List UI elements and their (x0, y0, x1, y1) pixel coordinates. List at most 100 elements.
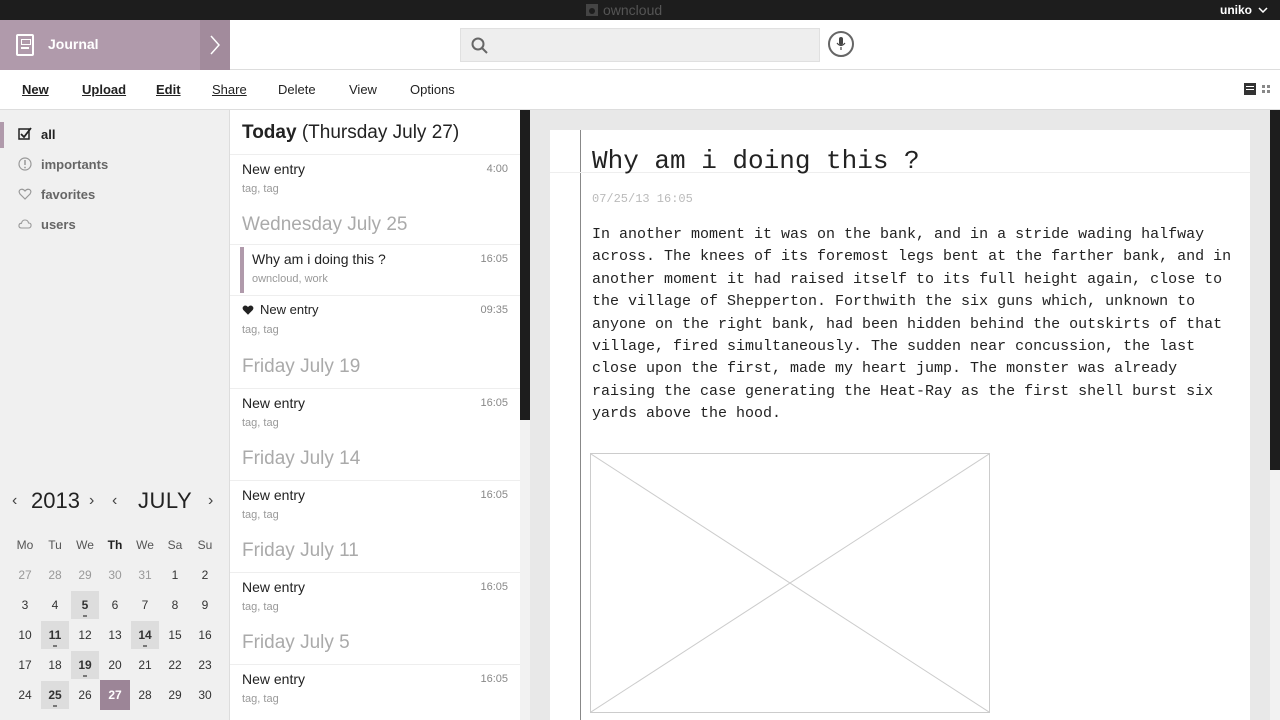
next-year-button[interactable]: › (89, 492, 94, 510)
calendar-day[interactable]: 13 (101, 621, 129, 649)
top-bar: owncloud uniko (0, 0, 1280, 20)
sidebar-toggle-button[interactable] (200, 20, 230, 70)
detail-scrollbar-thumb[interactable] (1270, 110, 1280, 470)
options-button[interactable]: Options (410, 82, 455, 97)
detail-scrollbar-track[interactable] (1270, 470, 1280, 720)
calendar-day[interactable]: 28 (131, 681, 159, 709)
calendar-day[interactable]: 31 (131, 561, 159, 589)
edit-button[interactable]: Edit (156, 82, 181, 97)
entry-time: 16:05 (480, 581, 508, 593)
calendar-day-today[interactable]: 27 (100, 680, 130, 710)
search-box[interactable] (460, 28, 820, 62)
list-item[interactable]: New entry tag, tag 16:05 (230, 572, 520, 622)
entry-title: New entry (242, 395, 306, 411)
calendar-day[interactable]: 14 (131, 621, 159, 649)
upload-button[interactable]: Upload (82, 82, 126, 97)
new-button[interactable]: New (22, 82, 49, 97)
calendar-day[interactable]: 12 (71, 621, 99, 649)
calendar-day[interactable]: 15 (161, 621, 189, 649)
calendar-day[interactable]: 21 (131, 651, 159, 679)
journal-app-icon (16, 34, 34, 56)
sidebar-item-all[interactable]: all (0, 120, 230, 150)
calendar-day[interactable]: 7 (131, 591, 159, 619)
calendar-day[interactable]: 3 (11, 591, 39, 619)
entry-time: 16:05 (480, 673, 508, 685)
list-item[interactable]: New entry tag, tag 09:35 (230, 295, 520, 345)
weekday-header: We (136, 538, 154, 552)
entry-timestamp: 07/25/13 16:05 (592, 192, 693, 206)
list-item[interactable]: New entry tag, tag 16:05 (230, 664, 520, 714)
entry-tags: tag, tag (242, 509, 279, 521)
calendar-day[interactable]: 30 (101, 561, 129, 589)
entry-title: New entry (242, 671, 306, 687)
list-scrollbar-track[interactable] (520, 420, 530, 720)
view-button[interactable]: View (349, 82, 377, 97)
date-heading: Wednesday July 25 (242, 214, 408, 235)
entry-title: New entry (260, 302, 319, 317)
checkbox-icon (18, 127, 32, 140)
search-input[interactable] (495, 35, 805, 57)
calendar-day[interactable]: 8 (161, 591, 189, 619)
next-month-button[interactable]: › (208, 492, 213, 510)
calendar-day[interactable]: 29 (71, 561, 99, 589)
list-view-icon[interactable] (1244, 83, 1256, 95)
list-item[interactable]: New entry tag, tag 16:05 (230, 480, 520, 530)
page-margin-line (580, 130, 581, 720)
calendar-day[interactable]: 5 (71, 591, 99, 619)
microphone-button[interactable] (828, 31, 854, 57)
calendar-day[interactable]: 11 (41, 621, 69, 649)
list-item[interactable]: New entry tag, tag 4:00 (230, 154, 520, 204)
calendar-day[interactable]: 24 (11, 681, 39, 709)
calendar-year: 2013 (31, 488, 80, 513)
list-scrollbar-thumb[interactable] (520, 110, 530, 420)
calendar-day[interactable]: 18 (41, 651, 69, 679)
entry-tags: tag, tag (242, 601, 279, 613)
entry-detail-title[interactable]: Why am i doing this ? (592, 146, 920, 176)
calendar-day[interactable]: 30 (191, 681, 219, 709)
delete-button[interactable]: Delete (278, 82, 316, 97)
entry-body-text[interactable]: In another moment it was on the bank, an… (592, 224, 1232, 426)
sidebar: all importants favorites users ‹ 2013 › … (0, 110, 230, 720)
image-placeholder[interactable] (590, 453, 990, 713)
calendar-day[interactable]: 27 (11, 561, 39, 589)
sidebar-item-users[interactable]: users (0, 210, 230, 240)
calendar-day[interactable]: 19 (71, 651, 99, 679)
weekday-header: Tu (48, 538, 62, 552)
calendar-day[interactable]: 22 (161, 651, 189, 679)
calendar-day[interactable]: 9 (191, 591, 219, 619)
list-item-selected[interactable]: Why am i doing this ? owncloud, work 16:… (230, 244, 520, 294)
sidebar-item-favorites[interactable]: favorites (0, 180, 230, 210)
chevron-down-icon (1258, 7, 1268, 13)
calendar-day[interactable]: 26 (71, 681, 99, 709)
calendar-day[interactable]: 4 (41, 591, 69, 619)
entry-detail-pane: Why am i doing this ? 07/25/13 16:05 In … (530, 110, 1270, 720)
share-button[interactable]: Share (212, 82, 247, 97)
calendar-day[interactable]: 2 (191, 561, 219, 589)
sidebar-item-importants[interactable]: importants (0, 150, 230, 180)
calendar-day[interactable]: 6 (101, 591, 129, 619)
calendar-day[interactable]: 20 (101, 651, 129, 679)
calendar-day[interactable]: 17 (11, 651, 39, 679)
list-item[interactable]: New entry tag, tag 16:05 (230, 388, 520, 438)
user-menu[interactable]: uniko (1220, 3, 1268, 17)
mini-calendar: ‹ 2013 › ‹ JULY › Mo Tu We Th We Sa Su 2… (0, 480, 230, 720)
calendar-day[interactable]: 10 (11, 621, 39, 649)
prev-year-button[interactable]: ‹ (12, 492, 17, 510)
grid-view-icon[interactable] (1262, 85, 1270, 93)
calendar-day[interactable]: 28 (41, 561, 69, 589)
view-mode-switch (1244, 83, 1270, 95)
calendar-day[interactable]: 25 (41, 681, 69, 709)
entry-title: New entry (242, 161, 306, 177)
calendar-day[interactable]: 1 (161, 561, 189, 589)
calendar-day[interactable]: 16 (191, 621, 219, 649)
entry-title: Why am i doing this ? (252, 251, 386, 267)
prev-month-button[interactable]: ‹ (112, 492, 117, 510)
cloud-logo-icon (586, 4, 598, 16)
search-icon (471, 37, 488, 54)
entry-time: 4:00 (486, 163, 508, 175)
app-header[interactable]: Journal (0, 20, 230, 70)
calendar-day[interactable]: 23 (191, 651, 219, 679)
entry-title: New entry (242, 579, 306, 595)
entry-tags: tag, tag (242, 183, 279, 195)
calendar-day[interactable]: 29 (161, 681, 189, 709)
